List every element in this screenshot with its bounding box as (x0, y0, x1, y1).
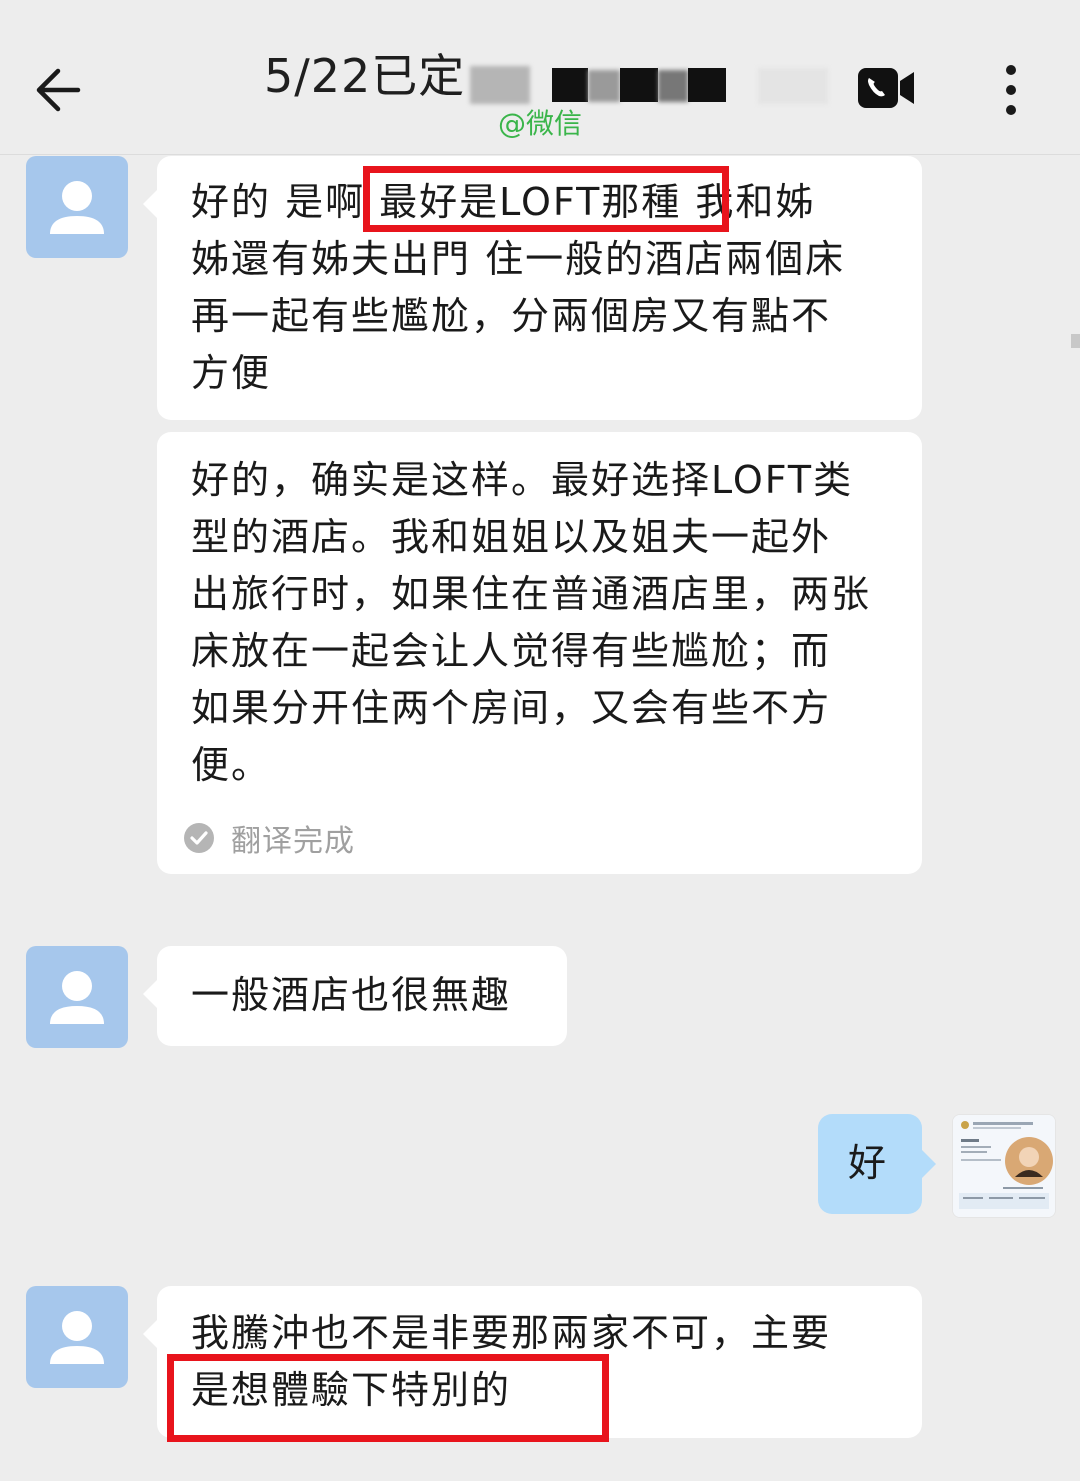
more-vertical-icon (1006, 65, 1016, 115)
chat-title: 5/22已定 (264, 49, 466, 103)
contact-avatar[interactable] (26, 156, 128, 258)
more-options-button[interactable] (996, 62, 1026, 118)
video-call-button[interactable] (856, 66, 916, 110)
message-bubble[interactable]: 一般酒店也很無趣 (143, 946, 567, 1046)
translation-status-label: 翻译完成 (231, 824, 355, 859)
redacted-name-blur (588, 70, 620, 102)
contact-avatar[interactable] (26, 1286, 128, 1388)
message-text: 好 (848, 1141, 889, 1185)
highlight-box (363, 166, 729, 232)
video-call-icon (858, 68, 914, 108)
highlight-box (167, 1354, 609, 1442)
message-bubble[interactable]: 我騰沖也不是非要那兩家不可，主要 是想體驗下特別的 (143, 1286, 922, 1442)
business-card-avatar-image (953, 1115, 1055, 1217)
check-circle-icon (184, 823, 214, 853)
translation-text: 好的，确实是这样。最好选择LOFT类 型的酒店。我和姐姐以及姐夫一起外 出旅行时… (191, 458, 872, 787)
back-button[interactable] (30, 62, 90, 118)
chat-header: 5/22已定 @微信 (0, 0, 1080, 155)
wechat-watermark: @微信 (498, 107, 583, 140)
contact-avatar[interactable] (26, 946, 128, 1048)
default-user-icon (50, 1311, 104, 1364)
translation-bubble[interactable]: 好的，确实是这样。最好选择LOFT类 型的酒店。我和姐姐以及姐夫一起外 出旅行时… (157, 432, 922, 874)
arrow-left-icon (36, 68, 81, 112)
default-user-icon (50, 181, 104, 234)
scroll-indicator (1071, 334, 1080, 348)
redacted-name-block (552, 68, 588, 102)
redacted-name-blur (758, 68, 828, 104)
my-message-bubble[interactable]: 好 (818, 1114, 936, 1214)
translation-status: 翻译完成 (183, 818, 355, 859)
message-bubble[interactable]: 好的 是啊 最好是LOFT那種 我和姊 姊還有姊夫出門 住一般的酒店兩個床 再一… (143, 156, 922, 420)
redacted-name-blur (658, 70, 688, 102)
redacted-name-blur (470, 66, 530, 104)
redacted-name-block (688, 68, 726, 102)
default-user-icon (50, 971, 104, 1024)
my-avatar[interactable] (952, 1114, 1056, 1218)
redacted-name-block (620, 68, 658, 102)
message-text: 一般酒店也很無趣 (191, 973, 512, 1017)
